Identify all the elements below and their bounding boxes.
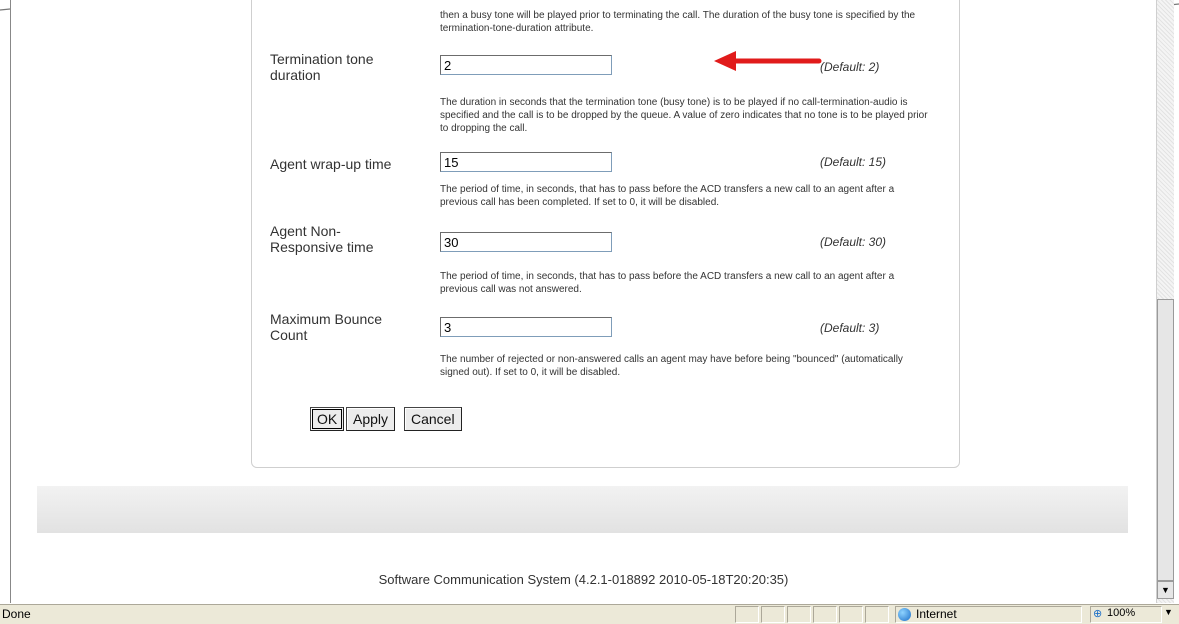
zoom-level: 100% xyxy=(1107,607,1136,619)
agent-non-responsive-time-label: Agent Non-Responsive time xyxy=(270,223,374,255)
status-bar: Done Internet ⊕ 100% ▼ xyxy=(0,604,1179,624)
agent-non-responsive-time-help: The period of time, in seconds, that has… xyxy=(440,271,895,295)
globe-icon xyxy=(898,608,911,621)
status-cell xyxy=(787,606,811,623)
security-zone[interactable]: Internet xyxy=(895,606,1082,623)
status-cell xyxy=(735,606,759,623)
termination-tone-duration-help: The duration in seconds that the termina… xyxy=(440,97,928,134)
ok-button[interactable]: OK xyxy=(310,407,345,431)
zoom-control[interactable]: ⊕ 100% xyxy=(1090,606,1162,623)
maximum-bounce-count-input[interactable] xyxy=(440,317,612,337)
page-area: then a busy tone will be played prior to… xyxy=(10,0,1156,603)
agent-wrap-up-time-input[interactable] xyxy=(440,152,612,172)
settings-form-panel: then a busy tone will be played prior to… xyxy=(251,0,960,468)
page-footer-band xyxy=(37,486,1128,533)
agent-non-responsive-time-default: (Default: 30) xyxy=(820,235,887,249)
maximum-bounce-count-help: The number of rejected or non-answered c… xyxy=(440,354,903,378)
cancel-button[interactable]: Cancel xyxy=(404,407,462,431)
top-help-text: then a busy tone will be played prior to… xyxy=(440,10,916,34)
status-cell xyxy=(761,606,785,623)
version-footer: Software Communication System (4.2.1-018… xyxy=(378,572,789,587)
vertical-scrollbar[interactable]: ▼ xyxy=(1156,0,1174,603)
zone-label: Internet xyxy=(916,607,957,621)
status-cell xyxy=(865,606,889,623)
scroll-down-icon[interactable]: ▼ xyxy=(1157,581,1174,599)
status-text: Done xyxy=(2,607,31,621)
termination-tone-duration-default: (Default: 2) xyxy=(820,60,880,74)
scrollbar-thumb[interactable] xyxy=(1157,299,1174,581)
termination-tone-duration-label: Termination tone duration xyxy=(270,51,374,83)
maximum-bounce-count-default: (Default: 3) xyxy=(820,321,880,335)
maximum-bounce-count-label: Maximum Bounce Count xyxy=(270,311,383,343)
status-cell xyxy=(813,606,837,623)
agent-non-responsive-time-input[interactable] xyxy=(440,232,612,252)
termination-tone-duration-input[interactable] xyxy=(440,55,612,75)
apply-button[interactable]: Apply xyxy=(346,407,396,431)
agent-wrap-up-time-default: (Default: 15) xyxy=(820,155,887,169)
red-arrow-icon xyxy=(714,51,822,71)
magnifier-icon: ⊕ xyxy=(1093,608,1103,620)
zoom-dropdown-icon[interactable]: ▼ xyxy=(1164,607,1173,617)
agent-wrap-up-time-label: Agent wrap-up time xyxy=(270,156,392,172)
agent-wrap-up-time-help: The period of time, in seconds, that has… xyxy=(440,184,895,208)
status-cell xyxy=(839,606,863,623)
